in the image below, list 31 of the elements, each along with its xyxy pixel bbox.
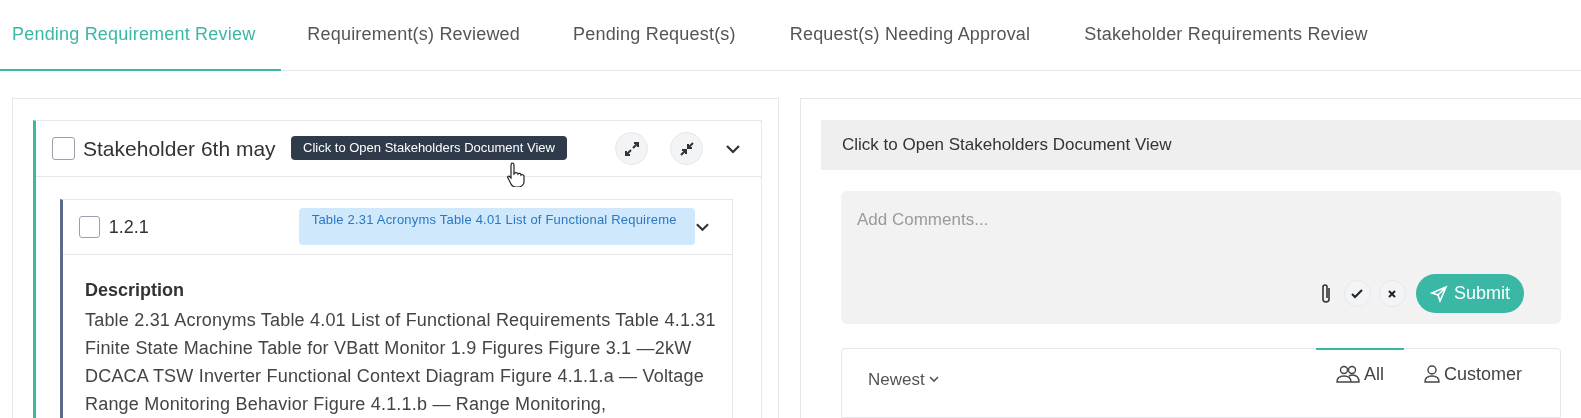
- description-heading: Description: [85, 279, 186, 302]
- send-icon: [1429, 284, 1448, 303]
- person-icon: [1423, 365, 1440, 383]
- tooltip: Click to Open Stakeholders Document View: [291, 136, 567, 160]
- document-view-bar[interactable]: Click to Open Stakeholders Document View: [821, 120, 1581, 170]
- tab[interactable]: Request(s) Needing Approval: [762, 0, 1058, 71]
- checkbox[interactable]: [79, 216, 100, 238]
- filter-tab[interactable]: All: [1315, 348, 1404, 398]
- description-text: Table 2.31 Acronyms Table 4.01 List of Functional Requirements Table 4.1.31 Finite State Machine Table for VBatt Monitor 1.9 Figures Figure 3.1 —2kW DCACA TSW Inverter Functional Context Diagram Figure 4.1.1.a — Voltage Range Monitoring Behavior Figure 4.1.1.b — Range Monitoring,: [85, 309, 717, 416]
- checkbox[interactable]: [52, 137, 75, 160]
- chevron-down-icon[interactable]: [695, 222, 710, 232]
- card-title: Stakeholder 6th may: [83, 135, 276, 162]
- requirement-number: 1.2.1: [108, 215, 149, 239]
- chevron-down-icon: [928, 376, 939, 384]
- approve-button[interactable]: [1343, 280, 1371, 307]
- hand-cursor-icon: [506, 161, 528, 187]
- tab[interactable]: Pending Request(s): [546, 0, 763, 71]
- tab[interactable]: Stakeholder Requirements Review: [1057, 0, 1395, 71]
- expand-icon: [623, 140, 640, 157]
- requirement-tag: Table 2.31 Acronyms Table 4.01 List of Functional Requireme: [298, 208, 696, 245]
- chevron-down-icon[interactable]: [725, 143, 741, 154]
- check-icon: [1351, 288, 1364, 299]
- collapse-icon: [678, 140, 695, 157]
- people-icon: [1335, 365, 1360, 383]
- tab[interactable]: Requirement(s) Reviewed: [281, 0, 547, 71]
- expand-button[interactable]: [615, 132, 648, 165]
- close-icon: [1387, 288, 1398, 299]
- reject-button[interactable]: [1378, 280, 1406, 307]
- sort-dropdown[interactable]: Newest: [868, 367, 939, 393]
- filter-tab[interactable]: Customer: [1403, 348, 1542, 398]
- collapse-button[interactable]: [670, 132, 703, 165]
